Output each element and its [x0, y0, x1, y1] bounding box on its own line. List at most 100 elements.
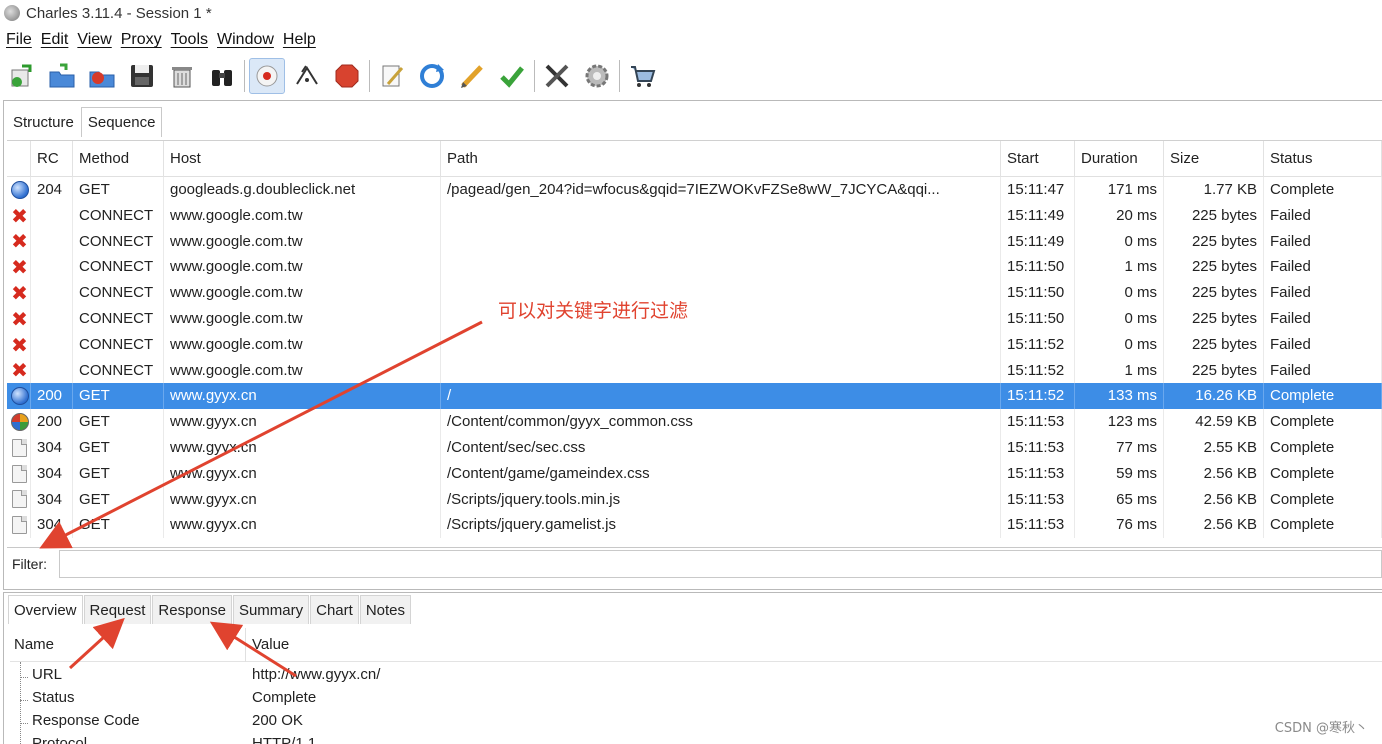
column-header-method[interactable]: Method [73, 141, 164, 177]
menu-window[interactable]: Window [217, 31, 274, 49]
table-row[interactable]: ✖ CONNECT www.google.com.tw 15:11:49 20 ms 22… [7, 202, 1382, 229]
property-row-response-code[interactable]: Response Code 200 OK [10, 709, 1382, 732]
table-row[interactable]: ✖ CONNECT www.google.com.tw 15:11:50 0 ms 225… [7, 280, 1382, 306]
menu-view[interactable]: View [77, 31, 111, 49]
throttle-icon [296, 65, 318, 85]
cell-duration: 65 ms [1075, 486, 1164, 513]
globe-icon [10, 387, 29, 406]
column-header-host[interactable]: Host [164, 141, 441, 177]
cell-host: www.google.com.tw [164, 280, 441, 306]
row-icon-cell: ✖ [7, 202, 31, 229]
column-header-icon[interactable] [7, 141, 31, 177]
cell-rc [31, 305, 73, 332]
cell-host: www.google.com.tw [164, 254, 441, 281]
toolbar-separator [369, 60, 370, 92]
menu-file[interactable]: File [6, 31, 32, 49]
cell-host: googleads.g.doubleclick.net [164, 177, 441, 203]
table-row[interactable]: ✖ CONNECT www.google.com.tw 15:11:50 1 ms 225… [7, 254, 1382, 281]
cell-rc: 304 [31, 460, 73, 487]
column-header-duration[interactable]: Duration [1075, 141, 1164, 177]
tools-icon [545, 64, 569, 88]
clear-button[interactable] [164, 58, 200, 94]
row-icon-cell [7, 409, 31, 435]
tab-structure[interactable]: Structure [6, 107, 81, 137]
cell-method: GET [73, 486, 164, 513]
property-row-status[interactable]: Status Complete [10, 686, 1382, 709]
tab-sequence[interactable]: Sequence [80, 107, 163, 137]
table-row[interactable]: 304 GET www.gyyx.cn/Scripts/jquery.tools.m… [7, 486, 1382, 513]
table-row[interactable]: ✖ CONNECT www.google.com.tw 15:11:50 0 ms 225… [7, 305, 1382, 332]
menu-proxy[interactable]: Proxy [121, 31, 162, 49]
cell-method: GET [73, 409, 164, 435]
menu-help[interactable]: Help [283, 31, 316, 49]
open-session-button[interactable] [44, 58, 80, 94]
table-header: RC Method Host Path Start Duration Size … [7, 141, 1382, 177]
row-icon-cell: ✖ [7, 228, 31, 255]
save-button[interactable] [124, 58, 160, 94]
cell-host: www.gyyx.cn [164, 486, 441, 513]
throttle-button[interactable] [289, 58, 325, 94]
settings-button[interactable] [579, 58, 615, 94]
cell-status: Complete [1264, 460, 1382, 487]
menu-edit[interactable]: Edit [41, 31, 69, 49]
cell-size: 16.26 KB [1164, 383, 1264, 410]
table-row[interactable]: 304 GET www.gyyx.cn/Scripts/jquery.gamelis… [7, 512, 1382, 539]
compose-button[interactable] [374, 58, 410, 94]
failed-x-icon: ✖ [11, 229, 28, 254]
row-icon-cell [7, 486, 31, 513]
table-row[interactable]: 200 GET www.gyyx.cn/15:11:52 133 ms 16.26 KB… [7, 383, 1382, 410]
property-row-protocol[interactable]: Protocol HTTP/1.1 [10, 732, 1382, 744]
cell-start: 15:11:53 [1001, 486, 1075, 513]
record-button[interactable] [249, 58, 285, 94]
tab-overview[interactable]: Overview [8, 595, 83, 624]
table-row[interactable]: ✖ CONNECT www.google.com.tw 15:11:49 0 ms 225… [7, 228, 1382, 255]
close-session-button[interactable] [84, 58, 120, 94]
cell-host: www.google.com.tw [164, 357, 441, 384]
toolbar-separator [534, 60, 535, 92]
shop-button[interactable] [624, 58, 660, 94]
table-row[interactable]: ✖ CONNECT www.google.com.tw 15:11:52 0 ms 225… [7, 331, 1382, 358]
new-session-button[interactable] [4, 58, 40, 94]
cell-duration: 76 ms [1075, 512, 1164, 539]
tab-notes[interactable]: Notes [359, 595, 411, 624]
column-header-start[interactable]: Start [1001, 141, 1075, 177]
cell-rc [31, 280, 73, 306]
breakpoints-stop-icon [335, 64, 359, 88]
repeat-button[interactable] [414, 58, 450, 94]
row-icon-cell [7, 383, 31, 410]
tab-response[interactable]: Response [152, 595, 232, 624]
edit-button[interactable] [454, 58, 490, 94]
find-button[interactable] [204, 58, 240, 94]
table-row[interactable]: 304 GET www.gyyx.cn/Content/game/gameindex… [7, 460, 1382, 487]
tab-chart[interactable]: Chart [310, 595, 359, 624]
cell-duration: 1 ms [1075, 357, 1164, 384]
cell-size: 225 bytes [1164, 357, 1264, 384]
property-name: Response Code [10, 712, 246, 729]
cell-status: Complete [1264, 177, 1382, 203]
cell-rc: 304 [31, 512, 73, 539]
property-row-url[interactable]: URL http://www.gyyx.cn/ [10, 663, 1382, 686]
cell-method: CONNECT [73, 305, 164, 332]
table-row[interactable]: 204 GET googleads.g.doubleclick.net/pagead… [7, 177, 1382, 203]
column-header-path[interactable]: Path [441, 141, 1001, 177]
table-row[interactable]: 304 GET www.gyyx.cn/Content/sec/sec.css 15:… [7, 434, 1382, 461]
tab-summary[interactable]: Summary [232, 595, 310, 624]
overview-value-header[interactable]: Value [246, 628, 289, 662]
column-header-rc[interactable]: RC [31, 141, 73, 177]
column-header-size[interactable]: Size [1164, 141, 1264, 177]
validate-button[interactable] [494, 58, 530, 94]
menu-tools[interactable]: Tools [171, 31, 208, 49]
toolbar-separator [244, 60, 245, 92]
column-header-status[interactable]: Status [1264, 141, 1382, 177]
title-bar: Charles 3.11.4 - Session 1 * [0, 0, 1382, 26]
cell-host: www.google.com.tw [164, 202, 441, 229]
filter-input[interactable] [59, 549, 1382, 578]
overview-name-header[interactable]: Name [10, 627, 246, 662]
breakpoints-button[interactable] [329, 58, 365, 94]
cell-path: /Scripts/jquery.gamelist.js [441, 512, 1001, 539]
cell-duration: 1 ms [1075, 254, 1164, 281]
table-row[interactable]: ✖ CONNECT www.google.com.tw 15:11:52 1 ms 225… [7, 357, 1382, 384]
table-row[interactable]: 200 GET www.gyyx.cn/Content/common/gyyx_co… [7, 409, 1382, 435]
tools-button[interactable] [539, 58, 575, 94]
tab-request[interactable]: Request [83, 595, 152, 624]
